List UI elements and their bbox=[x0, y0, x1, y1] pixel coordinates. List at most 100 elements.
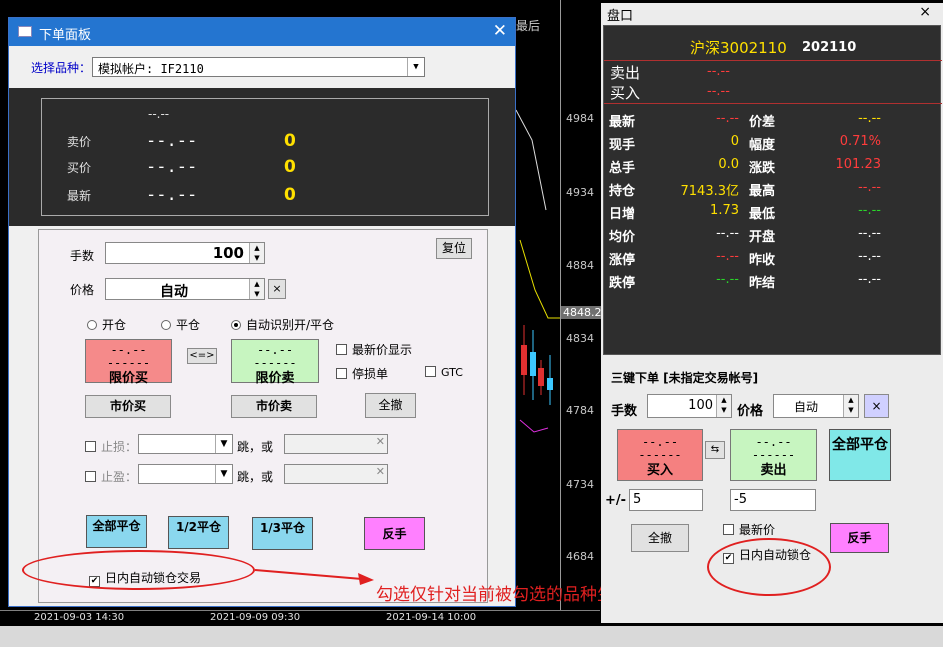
close-half-button[interactable]: 1/2平仓 bbox=[168, 516, 229, 549]
close-icon[interactable]: ✕ bbox=[376, 465, 385, 478]
market-buy-button[interactable]: 市价买 bbox=[85, 395, 171, 418]
limit-buy-price: --.-- bbox=[110, 343, 147, 357]
close-icon[interactable]: × bbox=[919, 4, 931, 20]
chevron-down-icon[interactable]: ▼ bbox=[407, 58, 424, 76]
stop-loss-checkbox[interactable]: 止损： bbox=[85, 438, 137, 455]
pk-qty-value: 100 bbox=[688, 398, 713, 413]
pk-sell-label: 卖出 bbox=[760, 463, 787, 478]
highlight-ring bbox=[707, 538, 831, 596]
price-spinner[interactable]: ▲ ▼ bbox=[249, 279, 264, 299]
radio-auto[interactable]: 自动识别开/平仓 bbox=[231, 316, 334, 333]
reset-button[interactable]: 复位 bbox=[436, 238, 472, 259]
sell-value: --.-- bbox=[707, 64, 730, 79]
pk-qty-input[interactable]: 100 ▲ ▼ bbox=[647, 394, 732, 418]
chevron-down-icon[interactable]: ▼ bbox=[215, 435, 232, 453]
price-axis bbox=[560, 0, 600, 610]
chart-last-label: 最后 bbox=[516, 19, 541, 33]
close-third-button[interactable]: 1/3平仓 bbox=[252, 517, 313, 550]
stat-left-value: --.-- bbox=[716, 249, 739, 264]
minus-input[interactable]: -5 bbox=[730, 489, 816, 511]
stat-right-value: 0.71% bbox=[839, 134, 881, 149]
stat-right-label: 幅度 bbox=[749, 138, 776, 153]
buy-label: 买入 bbox=[610, 84, 641, 102]
chevron-down-icon[interactable]: ▼ bbox=[215, 465, 232, 483]
limit-sell-button[interactable]: --.-- ------ 限价卖 bbox=[231, 339, 319, 385]
stat-right-value: --.-- bbox=[858, 180, 881, 195]
stop-loss-select[interactable]: ▼ bbox=[138, 434, 233, 454]
radio-open-label: 开仓 bbox=[102, 318, 127, 332]
price-input[interactable]: 自动 ▲ ▼ bbox=[105, 278, 265, 300]
gtc-checkbox[interactable]: GTC bbox=[425, 366, 463, 379]
time-tick: 2021-09-03 14:30 bbox=[34, 612, 125, 623]
stat-right-value: --.-- bbox=[858, 249, 881, 264]
take-profit-label: 止盈： bbox=[101, 470, 138, 484]
select-label: 选择品种： bbox=[31, 61, 92, 75]
take-profit-price[interactable]: ✕ bbox=[284, 464, 388, 484]
stat-right-value: --.-- bbox=[858, 226, 881, 241]
close-icon[interactable]: ✕ bbox=[493, 21, 507, 41]
radio-close[interactable]: 平仓 bbox=[161, 316, 200, 333]
price-tick: 4884 bbox=[566, 259, 594, 272]
symbol-select[interactable]: 模拟帐户: IF2110 ▼ bbox=[92, 57, 425, 77]
stop-loss-price[interactable]: ✕ bbox=[284, 434, 388, 454]
pk-last-price-checkbox[interactable]: 最新价 bbox=[723, 521, 775, 538]
bid-price: --.-- bbox=[146, 157, 198, 177]
stop-order-checkbox[interactable]: 停损单 bbox=[336, 365, 388, 382]
pk-price-spinner[interactable]: ▲ ▼ bbox=[843, 395, 858, 417]
price-tick: 4734 bbox=[566, 478, 594, 491]
pk-buy-label: 买入 bbox=[646, 463, 673, 478]
pk-close-all-button[interactable]: 全部平仓 bbox=[829, 429, 891, 481]
stat-right-label: 昨结 bbox=[749, 276, 776, 291]
stat-left-label: 持仓 bbox=[609, 184, 636, 199]
price-tick: 4684 bbox=[566, 550, 594, 563]
dialog-titlebar[interactable]: 下单面板 ✕ bbox=[9, 18, 515, 46]
market-titlebar: 盘口 × bbox=[601, 3, 943, 24]
plus-input[interactable]: 5 bbox=[629, 489, 703, 511]
take-profit-checkbox[interactable]: 止盈： bbox=[85, 468, 137, 485]
radio-auto-label: 自动识别开/平仓 bbox=[246, 318, 335, 332]
price-tick: 4984 bbox=[566, 112, 594, 125]
qty-spinner[interactable]: ▲ ▼ bbox=[249, 243, 264, 263]
stat-left-value: 7143.3亿 bbox=[680, 184, 740, 199]
limit-buy-button[interactable]: --.-- ------ 限价买 bbox=[85, 339, 172, 386]
pk-cancel-all-button[interactable]: 全撤 bbox=[631, 524, 689, 552]
pk-sell-price: --.-- bbox=[755, 435, 792, 449]
qty-input[interactable]: 100 ▲ ▼ bbox=[105, 242, 265, 264]
limit-sell-dash: ------ bbox=[253, 356, 297, 370]
pk-price-clear-button[interactable]: × bbox=[864, 394, 889, 418]
pk-qty-label: 手数 bbox=[611, 404, 638, 419]
stop-order-label: 停损单 bbox=[352, 367, 389, 381]
last-label: 最新 bbox=[67, 189, 92, 203]
limit-buy-label: 限价买 bbox=[108, 371, 148, 386]
radio-open[interactable]: 开仓 bbox=[87, 316, 126, 333]
cancel-all-button[interactable]: 全撤 bbox=[365, 393, 416, 418]
stat-left-value: --.-- bbox=[716, 111, 739, 126]
pk-reverse-button[interactable]: 反手 bbox=[830, 523, 889, 553]
stat-right-label: 价差 bbox=[749, 115, 776, 130]
price-clear-button[interactable]: × bbox=[268, 279, 286, 299]
pk-buy-dash: ------ bbox=[638, 448, 682, 462]
take-profit-select[interactable]: ▼ bbox=[138, 464, 233, 484]
price-tick: 4834 bbox=[566, 332, 594, 345]
swap-button[interactable]: <=> bbox=[187, 348, 217, 364]
take-profit-tick-label: 跳，或 bbox=[237, 470, 274, 484]
current-price-tag: 4848.2 bbox=[561, 306, 604, 319]
pk-buy-button[interactable]: --.-- ------ 买入 bbox=[617, 429, 703, 481]
symbol-name: 沪深3002110 bbox=[690, 39, 787, 57]
reverse-button[interactable]: 反手 bbox=[364, 517, 425, 550]
close-all-button[interactable]: 全部平仓 bbox=[86, 515, 147, 548]
stat-right-label: 开盘 bbox=[749, 230, 776, 245]
show-last-price-checkbox[interactable]: 最新价显示 bbox=[336, 341, 412, 358]
bid-qty: 0 bbox=[284, 157, 296, 177]
pk-swap-button[interactable]: ⇆ bbox=[705, 441, 725, 459]
stat-right-value: --.-- bbox=[858, 111, 881, 126]
price-value: 自动 bbox=[160, 284, 188, 300]
close-icon[interactable]: ✕ bbox=[376, 435, 385, 448]
pk-sell-button[interactable]: --.-- ------ 卖出 bbox=[730, 429, 817, 481]
taskbar bbox=[0, 626, 943, 647]
pk-qty-spinner[interactable]: ▲ ▼ bbox=[716, 395, 731, 417]
market-sell-button[interactable]: 市价卖 bbox=[231, 395, 317, 418]
pk-price-input[interactable]: 自动 ▲ ▼ bbox=[773, 394, 859, 418]
time-tick: 2021-09-09 09:30 bbox=[210, 612, 301, 623]
stat-left-value: 0.0 bbox=[718, 157, 739, 172]
